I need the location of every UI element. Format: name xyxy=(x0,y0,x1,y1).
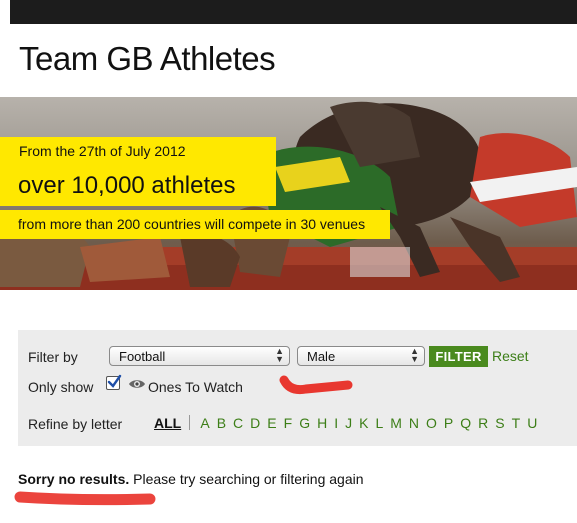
no-results-bold: Sorry no results. xyxy=(18,471,130,487)
letter-link-c[interactable]: C xyxy=(233,415,243,431)
letter-link-e[interactable]: E xyxy=(267,415,276,431)
eye-icon xyxy=(129,380,145,388)
no-results-hint: Please try searching or filtering again xyxy=(133,471,364,487)
letter-link-h[interactable]: H xyxy=(317,415,327,431)
updown-arrows-icon: ▲ ▼ xyxy=(275,346,284,364)
letter-link-j[interactable]: J xyxy=(345,415,352,431)
letter-link-l[interactable]: L xyxy=(375,415,383,431)
updown-arrows-icon: ▲ ▼ xyxy=(410,346,419,364)
letter-link-o[interactable]: O xyxy=(426,415,437,431)
sport-select-value: Football xyxy=(119,349,166,364)
letter-link-d[interactable]: D xyxy=(250,415,260,431)
hero-subline: from more than 200 countries will compet… xyxy=(0,210,390,239)
letter-link-p[interactable]: P xyxy=(444,415,453,431)
letter-link-k[interactable]: K xyxy=(359,415,368,431)
letter-link-u[interactable]: U xyxy=(527,415,537,431)
letter-link-a[interactable]: A xyxy=(200,415,209,431)
gender-select-value: Male xyxy=(307,349,336,364)
gender-select[interactable]: Male ▲ ▼ xyxy=(297,346,425,366)
letter-link-f[interactable]: F xyxy=(284,415,293,431)
results-message: Sorry no results. Please try searching o… xyxy=(18,471,364,487)
divider xyxy=(189,415,191,430)
reset-link[interactable]: Reset xyxy=(492,348,529,364)
checkmark-icon xyxy=(107,374,122,388)
filter-by-label: Filter by xyxy=(28,349,78,365)
letter-link-m[interactable]: M xyxy=(390,415,402,431)
letter-link-s[interactable]: S xyxy=(495,415,504,431)
letter-all-link[interactable]: ALL xyxy=(154,415,181,431)
page-title: Team GB Athletes xyxy=(19,40,276,77)
ones-to-watch-label[interactable]: Ones To Watch xyxy=(148,379,243,395)
refine-by-letter-label: Refine by letter xyxy=(28,416,123,432)
letter-link-r[interactable]: R xyxy=(478,415,488,431)
letter-link-i[interactable]: I xyxy=(334,415,338,431)
letter-index: ALL ABCDEFGHIJKLMNOPQRSTU xyxy=(154,415,544,431)
letter-link-q[interactable]: Q xyxy=(460,415,471,431)
sport-select[interactable]: Football ▲ ▼ xyxy=(109,346,290,366)
only-show-label: Only show xyxy=(28,379,94,395)
letter-link-t[interactable]: T xyxy=(512,415,521,431)
top-bar xyxy=(10,0,577,24)
ones-to-watch-checkbox[interactable] xyxy=(106,374,122,390)
hero-date-line: From the 27th of July 2012 xyxy=(0,137,276,166)
letter-link-b[interactable]: B xyxy=(217,415,226,431)
letter-link-n[interactable]: N xyxy=(409,415,419,431)
filter-button[interactable]: FILTER xyxy=(429,346,488,367)
letter-link-g[interactable]: G xyxy=(299,415,310,431)
hero-headline: over 10,000 athletes xyxy=(0,166,276,206)
